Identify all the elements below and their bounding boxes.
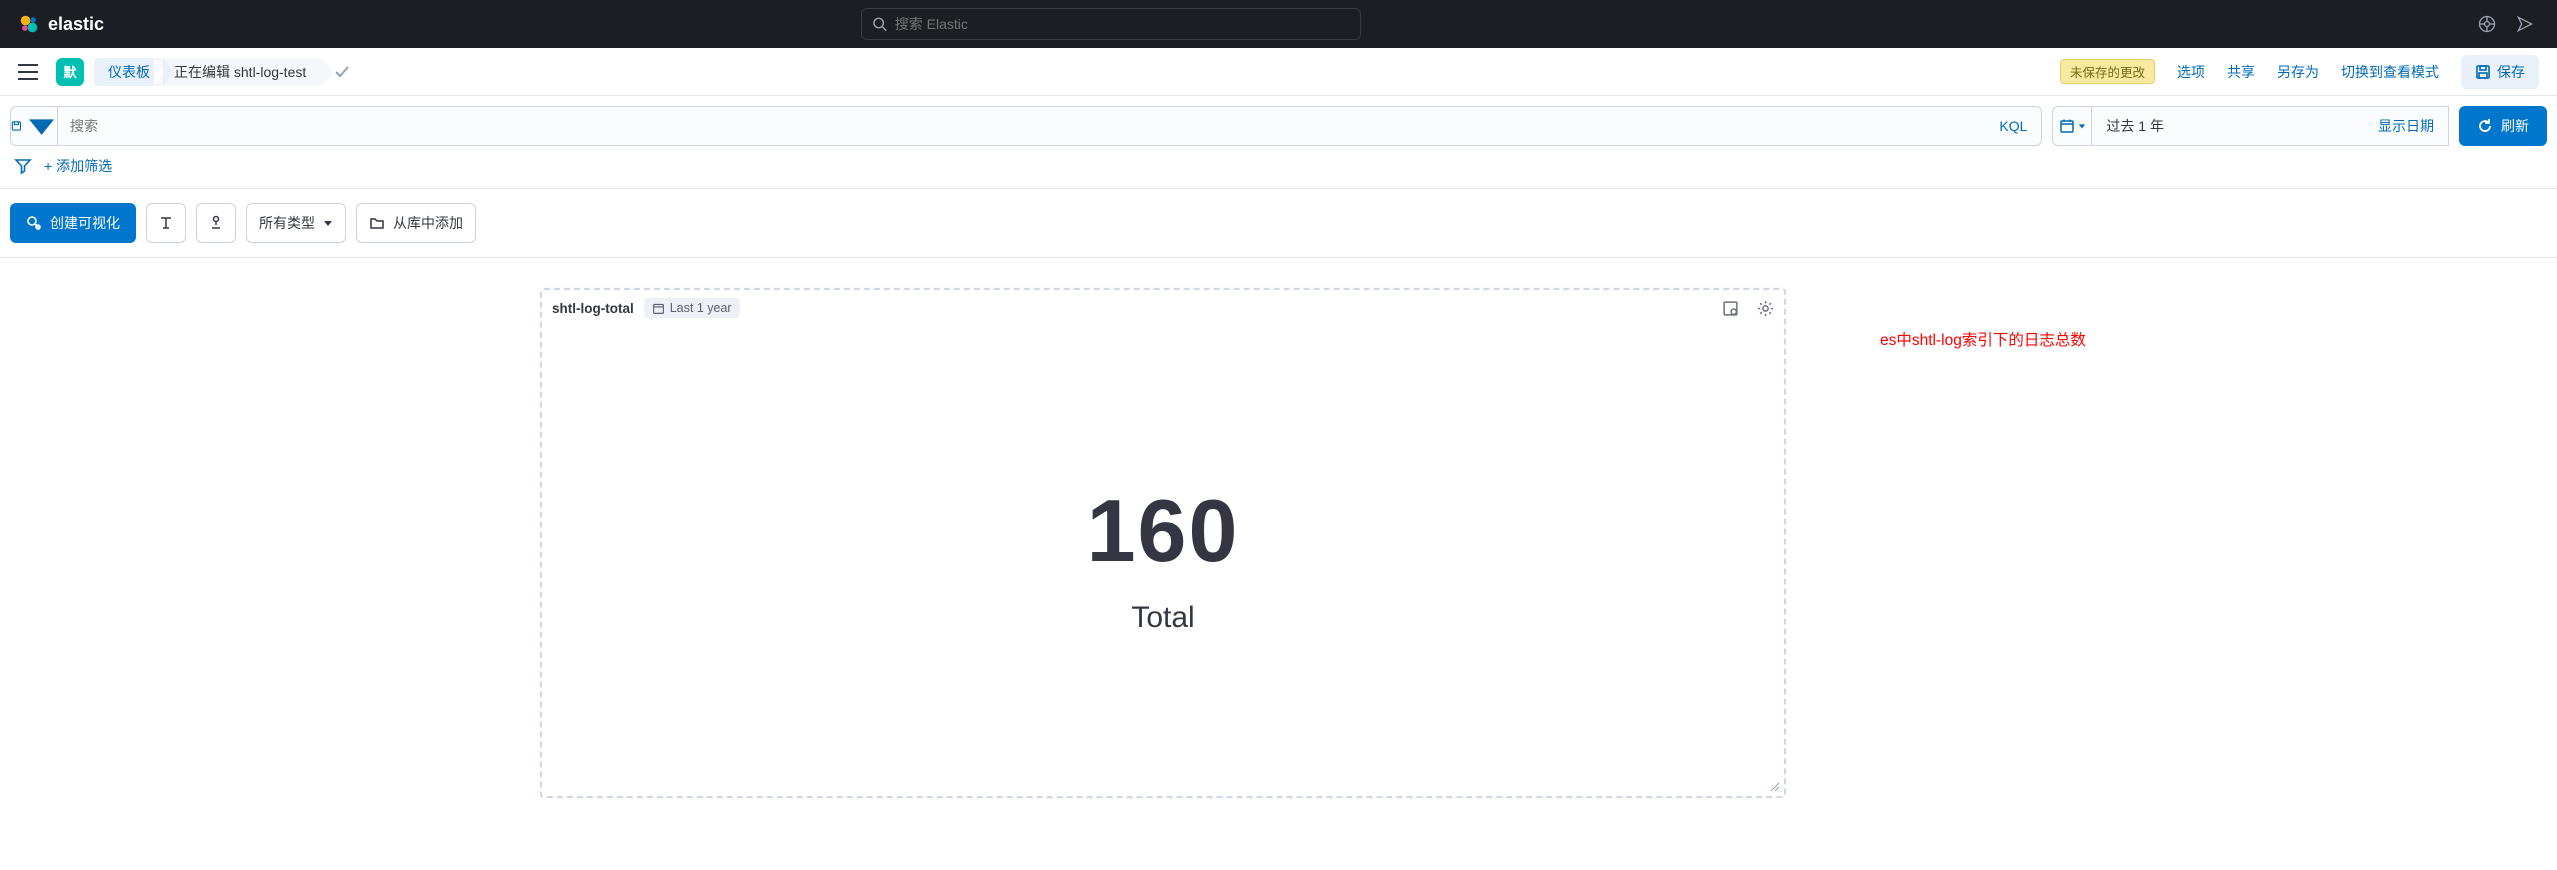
metric-label: Total (1131, 601, 1194, 635)
query-bar: KQL 过去 1 年 显示日期 刷新 (0, 96, 2557, 156)
save-icon (2475, 64, 2491, 80)
lens-icon (26, 215, 42, 231)
filter-bar: + 添加筛选 (0, 156, 2557, 189)
filter-panel-icon[interactable] (1722, 300, 1739, 317)
save-as-link[interactable]: 另存为 (2277, 62, 2319, 82)
date-range-picker[interactable]: 过去 1 年 显示日期 (2092, 106, 2449, 146)
query-input[interactable] (58, 106, 1985, 146)
refresh-icon (2477, 118, 2493, 134)
date-quick-select[interactable] (2052, 106, 2092, 146)
folder-icon (369, 215, 385, 231)
options-link[interactable]: 选项 (2177, 62, 2205, 82)
nav-toggle-icon[interactable] (18, 64, 38, 80)
global-search-input[interactable] (895, 16, 1350, 32)
switch-view-link[interactable]: 切换到查看模式 (2341, 62, 2439, 82)
kql-toggle[interactable]: KQL (1985, 106, 2042, 146)
breadcrumb-current: 正在编辑 shtl-log-test (154, 58, 324, 86)
chevron-down-icon (323, 218, 333, 228)
panel-time-badge[interactable]: Last 1 year (644, 298, 740, 318)
brand-logo[interactable]: elastic (18, 13, 104, 35)
brand-name: elastic (48, 14, 104, 35)
filter-icon[interactable] (14, 157, 32, 175)
panel-header: shtl-log-total Last 1 year (542, 290, 1784, 326)
create-visualization-button[interactable]: 创建可视化 (10, 203, 136, 243)
visualization-panel[interactable]: shtl-log-total Last 1 year 160 Total (540, 288, 1786, 798)
space-selector[interactable]: 默 (56, 58, 84, 86)
disk-icon (11, 118, 22, 134)
show-dates-link[interactable]: 显示日期 (2364, 116, 2448, 136)
chevron-down-icon (2078, 122, 2086, 130)
global-header: elastic (0, 0, 2557, 48)
elastic-logo-icon (18, 13, 40, 35)
add-from-library-button[interactable]: 从库中添加 (356, 203, 476, 243)
unsaved-changes-badge: 未保存的更改 (2060, 59, 2155, 84)
text-icon (157, 214, 175, 232)
calendar-icon (2059, 118, 2075, 134)
global-search[interactable] (861, 8, 1361, 40)
external-annotation: es中shtl-log索引下的日志总数 (1880, 328, 2086, 350)
metric-value: 160 (1087, 487, 1240, 575)
breadcrumb: 仪表板 正在编辑 shtl-log-test (94, 58, 314, 86)
controls-icon (207, 214, 225, 232)
dashboard-toolbar: 创建可视化 所有类型 从库中添加 (0, 189, 2557, 258)
help-icon[interactable] (2477, 14, 2497, 34)
saved-query-button[interactable] (10, 106, 58, 146)
search-icon (872, 16, 887, 32)
sub-header: 默 仪表板 正在编辑 shtl-log-test 未保存的更改 选项 共享 另存… (0, 48, 2557, 96)
share-link[interactable]: 共享 (2227, 62, 2255, 82)
calendar-icon (652, 302, 665, 315)
resize-handle-icon[interactable] (1768, 780, 1780, 792)
add-control-button[interactable] (196, 203, 236, 243)
add-filter-link[interactable]: + 添加筛选 (44, 156, 112, 176)
chevron-down-icon (26, 110, 57, 141)
refresh-button[interactable]: 刷新 (2459, 106, 2547, 146)
save-button[interactable]: 保存 (2461, 55, 2539, 89)
check-icon (334, 64, 350, 80)
panel-title: shtl-log-total (552, 301, 634, 316)
date-range-label: 过去 1 年 (2092, 116, 2364, 136)
all-types-dropdown[interactable]: 所有类型 (246, 203, 346, 243)
add-text-button[interactable] (146, 203, 186, 243)
dashboard-canvas[interactable]: shtl-log-total Last 1 year 160 Total es中… (0, 258, 2557, 278)
panel-body: 160 Total (542, 326, 1784, 796)
newsfeed-icon[interactable] (2515, 14, 2535, 34)
gear-icon[interactable] (1757, 300, 1774, 317)
